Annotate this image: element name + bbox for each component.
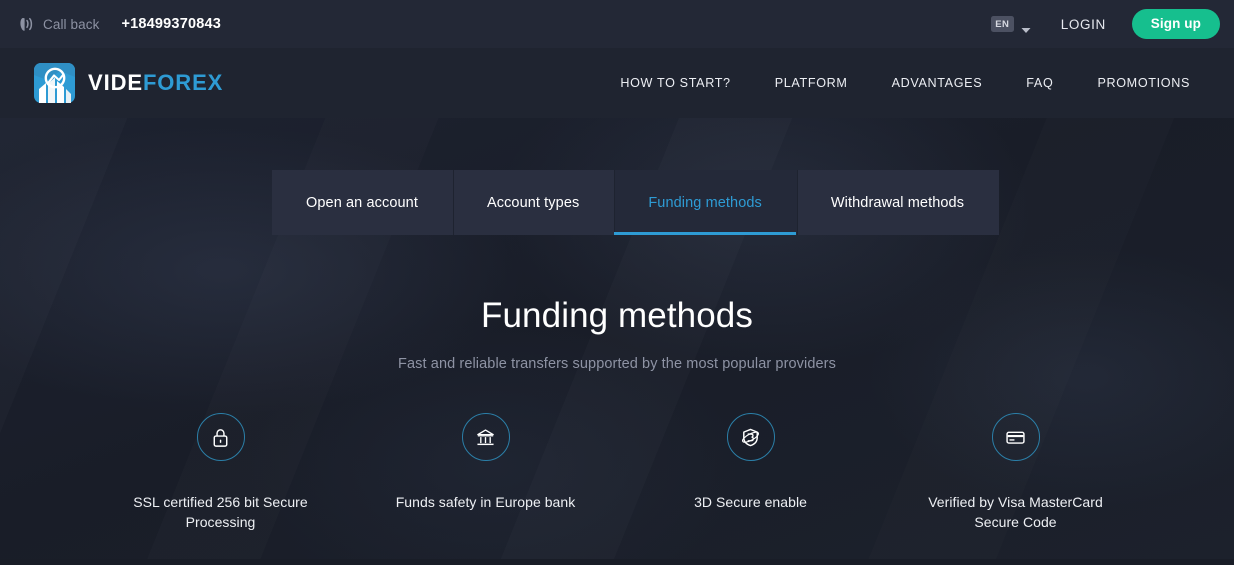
feature-badges-row: SSL certified 256 bit Secure Processing	[88, 413, 1148, 532]
shield-3d-icon	[739, 426, 762, 449]
phone-waves-icon	[18, 16, 35, 33]
feature-label: 3D Secure enable	[694, 494, 807, 510]
credit-card-icon	[1004, 426, 1027, 449]
nav-item-platform[interactable]: PLATFORM	[753, 66, 870, 100]
tab-funding-methods[interactable]: Funding methods	[614, 170, 797, 235]
top-utility-bar: Call back +18499370843 EN LOGIN Sign up	[0, 0, 1234, 48]
feature-3d-secure: 3D Secure enable	[618, 413, 883, 512]
tab-withdrawal-methods[interactable]: Withdrawal methods	[796, 170, 1000, 235]
lock-icon	[209, 426, 232, 449]
logo-text-primary: VIDE	[88, 70, 143, 95]
feature-label: Funds safety in Europe bank	[395, 494, 576, 510]
feature-ssl-certified: SSL certified 256 bit Secure Processing	[88, 413, 353, 532]
feature-verified-by-visa-mastercard: Verified by Visa MasterCard Secure Code	[883, 413, 1148, 532]
nav-item-how-to-start[interactable]: HOW TO START?	[598, 66, 752, 100]
language-selector[interactable]: EN	[990, 16, 1031, 33]
logo[interactable]: VIDEFOREX	[34, 63, 223, 103]
tab-open-an-account[interactable]: Open an account	[272, 170, 453, 235]
bank-icon	[474, 426, 497, 449]
main-header: VIDEFOREX HOW TO START? PLATFORM ADVANTA…	[0, 48, 1234, 118]
login-link[interactable]: LOGIN	[1061, 17, 1106, 32]
videforex-chart-logo-icon	[34, 63, 75, 103]
nav-item-faq[interactable]: FAQ	[1004, 66, 1075, 100]
hero-section: Open an account Account types Funding me…	[0, 118, 1234, 565]
top-bar-right-group: EN LOGIN Sign up	[990, 9, 1220, 39]
feature-label: SSL certified 256 bit Secure Processing	[133, 494, 308, 530]
feature-icon-circle	[991, 413, 1040, 461]
sign-up-button[interactable]: Sign up	[1131, 9, 1220, 39]
logo-text-secondary: FOREX	[142, 70, 224, 95]
language-badge: EN	[990, 16, 1014, 32]
feature-icon-circle	[196, 413, 245, 461]
chevron-down-icon	[1021, 21, 1031, 33]
call-back-button[interactable]: Call back	[18, 16, 99, 33]
feature-label: Verified by Visa MasterCard Secure Code	[928, 494, 1103, 530]
call-back-label: Call back	[43, 16, 100, 32]
logo-text: VIDEFOREX	[88, 70, 223, 96]
feature-icon-circle	[461, 413, 510, 461]
nav-item-advantages[interactable]: ADVANTAGES	[870, 66, 1005, 100]
page-subtitle: Fast and reliable transfers supported by…	[398, 356, 836, 372]
tab-account-types[interactable]: Account types	[452, 170, 615, 235]
nav-item-promotions[interactable]: PROMOTIONS	[1075, 66, 1212, 100]
feature-funds-safety: Funds safety in Europe bank	[353, 413, 618, 512]
primary-navigation: HOW TO START? PLATFORM ADVANTAGES FAQ PR…	[598, 66, 1212, 100]
page-title: Funding methods	[481, 296, 753, 335]
cut-off-next-section-text	[0, 552, 1234, 565]
phone-number-link[interactable]: +18499370843	[121, 16, 221, 32]
feature-icon-circle	[726, 413, 775, 461]
section-tab-bar: Open an account Account types Funding me…	[272, 170, 1000, 235]
